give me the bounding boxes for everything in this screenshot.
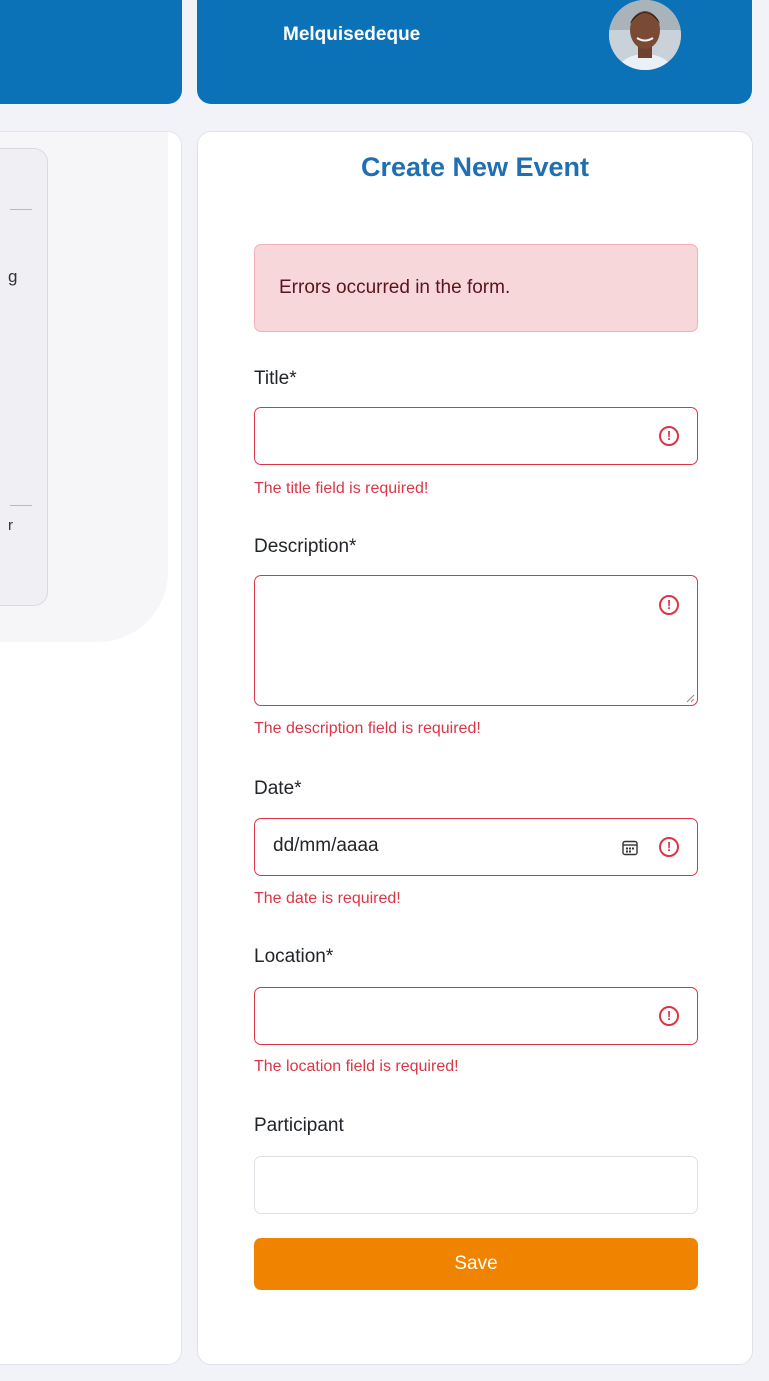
left-card-text-fragment: r (8, 517, 13, 534)
date-label: Date* (254, 778, 302, 799)
left-card-text-fragment: g (8, 267, 18, 286)
exclamation-circle-icon: ! (659, 1006, 679, 1026)
location-error: The location field is required! (254, 1058, 459, 1075)
username: Melquisedeque (283, 24, 421, 45)
left-card-divider-top (10, 209, 32, 210)
create-event-panel: Create New Event Errors occurred in the … (197, 131, 753, 1365)
participant-label: Participant (254, 1115, 344, 1136)
exclamation-circle-icon: ! (659, 595, 679, 615)
form-title: Create New Event (360, 152, 590, 182)
left-card-divider-bottom (10, 505, 32, 506)
header-bar-user: Melquisedeque (197, 0, 752, 104)
title-input[interactable]: ! (254, 407, 698, 465)
exclamation-circle-icon: ! (659, 837, 679, 857)
date-error: The date is required! (254, 890, 401, 907)
date-placeholder: dd/mm/aaaa (273, 835, 379, 856)
resize-handle-icon[interactable] (685, 693, 695, 703)
title-label: Title* (254, 368, 297, 389)
date-input[interactable]: dd/mm/aaaa ! (254, 818, 698, 876)
description-label: Description* (254, 536, 357, 557)
description-textarea[interactable]: ! (254, 575, 698, 706)
left-card[interactable]: g r (0, 148, 48, 606)
form-error-alert: Errors occurred in the form. (254, 244, 698, 332)
location-input[interactable]: ! (254, 987, 698, 1045)
avatar[interactable] (609, 0, 681, 70)
header-bar-left (0, 0, 182, 104)
avatar-photo (609, 0, 681, 70)
participant-input[interactable] (254, 1156, 698, 1214)
save-button[interactable]: Save (254, 1238, 698, 1290)
description-error: The description field is required! (254, 720, 481, 737)
title-error: The title field is required! (254, 480, 429, 497)
exclamation-circle-icon: ! (659, 426, 679, 446)
left-panel: g r (0, 131, 182, 1365)
location-label: Location* (254, 946, 334, 967)
calendar-icon[interactable] (621, 839, 639, 857)
